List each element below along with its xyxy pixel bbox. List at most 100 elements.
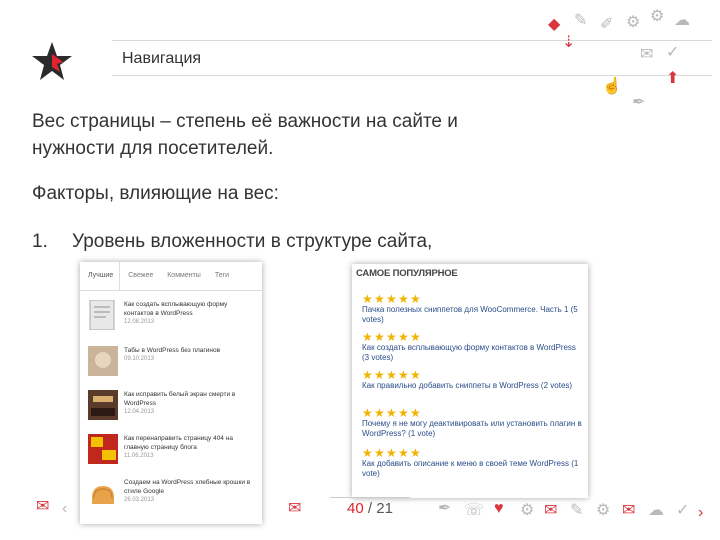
chat-doodle-icon: ✉ xyxy=(622,502,636,519)
page-title: Навигация xyxy=(122,50,202,67)
star-icon: ★ xyxy=(362,446,373,460)
star-icon: ★ xyxy=(410,446,421,460)
brush-doodle-icon: ✐ xyxy=(600,16,614,33)
star-icon: ★ xyxy=(386,292,397,306)
page-number: 40 / 21 xyxy=(330,500,410,517)
definition-paragraph: Вес страницы – степень её важности на са… xyxy=(32,111,458,159)
chat-doodle-icon: ✉ xyxy=(288,500,302,517)
factors-heading: Факторы, влияющие на вес: xyxy=(32,183,279,204)
pager-rule xyxy=(330,497,410,498)
star-icon: ★ xyxy=(362,406,373,420)
list-item-number: 1. xyxy=(32,231,48,252)
star-icon: ★ xyxy=(398,406,409,420)
cloud-doodle-icon: ☁ xyxy=(674,12,690,29)
phone-doodle-icon: ☏ xyxy=(464,502,485,519)
post-date: 26.03.2013 xyxy=(124,497,155,503)
star-icon: ★ xyxy=(374,292,385,306)
post-thumbnail xyxy=(89,300,115,330)
chat-doodle-icon: ✉ xyxy=(640,46,654,63)
post-link[interactable]: Как создать всплывающую форму контактов … xyxy=(362,343,584,363)
header-bottom-rule xyxy=(112,75,712,76)
rating-stars: ★ ★ ★ ★ ★ xyxy=(362,368,584,382)
gear-doodle-icon: ⚙ xyxy=(596,502,611,519)
widget-heading: САМОЕ ПОПУЛЯРНОЕ xyxy=(356,268,458,279)
post-link[interactable]: Почему я не могу деактивировать или уста… xyxy=(362,419,584,439)
post-title[interactable]: Как перенаправить страницу 404 на главну… xyxy=(124,435,233,451)
list-item[interactable]: ★ ★ ★ ★ ★ Как создать всплывающую форму конт… xyxy=(362,330,584,363)
star-icon: ★ xyxy=(386,330,397,344)
post-thumbnail xyxy=(88,434,118,464)
post-link[interactable]: Как правильно добавить сниппеты в WordPr… xyxy=(362,381,584,391)
star-icon: ★ xyxy=(386,406,397,420)
list-item[interactable]: ★ ★ ★ ★ ★ Как правильно добавить сниппеты в … xyxy=(362,368,584,391)
rating-stars: ★ ★ ★ ★ ★ xyxy=(362,292,584,306)
post-title[interactable]: Создаем на WordPress хлебные крошки в ст… xyxy=(124,479,250,495)
list-item[interactable]: ★ ★ ★ ★ ★ Как добавить описание к меню в сво… xyxy=(362,446,584,479)
post-link[interactable]: Пачка полезных сниппетов для WooCommerce… xyxy=(362,305,584,325)
star-icon: ★ xyxy=(386,446,397,460)
star-icon: ★ xyxy=(362,330,373,344)
bird-doodle-icon: ♥ xyxy=(494,500,504,517)
post-title[interactable]: Как исправить белый экран смерти в WordP… xyxy=(124,391,235,407)
rating-stars: ★ ★ ★ ★ ★ xyxy=(362,330,584,344)
star-icon: ★ xyxy=(374,368,385,382)
star-icon: ★ xyxy=(398,292,409,306)
star-icon: ★ xyxy=(410,330,421,344)
chat-doodle-icon: ✉ xyxy=(36,498,50,515)
tab-fresh[interactable]: Свежее xyxy=(120,262,159,290)
recent-posts-widget: Лучшие Свежее Комменты Теги Как создать … xyxy=(80,262,262,524)
arrow-doodle-icon: ‹ xyxy=(62,500,68,517)
post-date: 11.06.2013 xyxy=(124,453,154,459)
post-date: 12.08.2013 xyxy=(124,319,155,325)
star-icon: ★ xyxy=(374,406,385,420)
check-doodle-icon: ✓ xyxy=(666,44,680,61)
post-thumbnail xyxy=(88,390,118,420)
star-icon: ★ xyxy=(410,406,421,420)
rating-stars: ★ ★ ★ ★ ★ xyxy=(362,406,584,420)
rating-stars: ★ ★ ★ ★ ★ xyxy=(362,446,584,460)
star-icon: ★ xyxy=(398,446,409,460)
star-icon: ★ xyxy=(398,368,409,382)
post-title[interactable]: Как создать всплывающую форму контактов … xyxy=(124,301,227,317)
list-item[interactable]: ★ ★ ★ ★ ★ Пачка полезных сниппетов для WooCo… xyxy=(362,292,584,325)
total-pages: 21 xyxy=(376,500,393,517)
gear-doodle-icon: ⚙ xyxy=(520,502,535,519)
gear-doodle-icon: ⚙ xyxy=(626,14,641,31)
gear-small-doodle-icon: ⚙ xyxy=(650,8,665,25)
arrow-doodle-icon: › xyxy=(698,504,704,521)
star-icon: ★ xyxy=(362,368,373,382)
post-title[interactable]: Табы в WordPress без плагинов xyxy=(124,347,220,354)
star-icon: ★ xyxy=(386,368,397,382)
star-icon: ★ xyxy=(374,330,385,344)
touch-doodle-icon: ☝ xyxy=(602,78,622,95)
arrow-doodle-icon: ⇣ xyxy=(562,34,576,51)
star-icon: ★ xyxy=(410,368,421,382)
logo-star-icon xyxy=(32,42,72,80)
star-icon: ★ xyxy=(398,330,409,344)
list-item: 1. Уровень вложенности в структуре сайта, xyxy=(32,228,432,255)
star-icon: ★ xyxy=(410,292,421,306)
current-page: 40 xyxy=(347,500,364,517)
post-link[interactable]: Как добавить описание к меню в своей тем… xyxy=(362,459,584,479)
upload-doodle-icon: ⬆ xyxy=(666,70,680,87)
pencil-doodle-icon: ✎ xyxy=(570,502,584,519)
tab-comments[interactable]: Комменты xyxy=(159,262,207,290)
star-icon: ★ xyxy=(362,292,373,306)
list-item-text: Уровень вложенности в структуре сайта, xyxy=(72,231,433,252)
post-thumbnail xyxy=(88,346,118,376)
pencil-doodle-icon: ✎ xyxy=(574,12,588,29)
popular-posts-widget: САМОЕ ПОПУЛЯРНОЕ ★ ★ ★ ★ ★ Пачка полезных сн… xyxy=(352,264,588,498)
tab-best[interactable]: Лучшие xyxy=(80,262,121,290)
header-top-rule xyxy=(112,40,712,41)
tab-tags[interactable]: Теги xyxy=(207,262,235,290)
feather-doodle-icon: ✒ xyxy=(632,94,646,111)
post-date: 09.10.2013 xyxy=(124,356,155,362)
pin-doodle-icon: ◆ xyxy=(548,16,561,33)
bread-thumbnail xyxy=(88,478,118,508)
check-doodle-icon: ✓ xyxy=(676,502,690,519)
page-separator: / xyxy=(367,500,373,517)
list-item[interactable]: ★ ★ ★ ★ ★ Почему я не могу деактивировать ил… xyxy=(362,406,584,439)
chat-doodle-icon: ✉ xyxy=(544,502,558,519)
widget-tabs: Лучшие Свежее Комменты Теги xyxy=(80,262,262,291)
cloud-doodle-icon: ☁ xyxy=(648,502,664,519)
